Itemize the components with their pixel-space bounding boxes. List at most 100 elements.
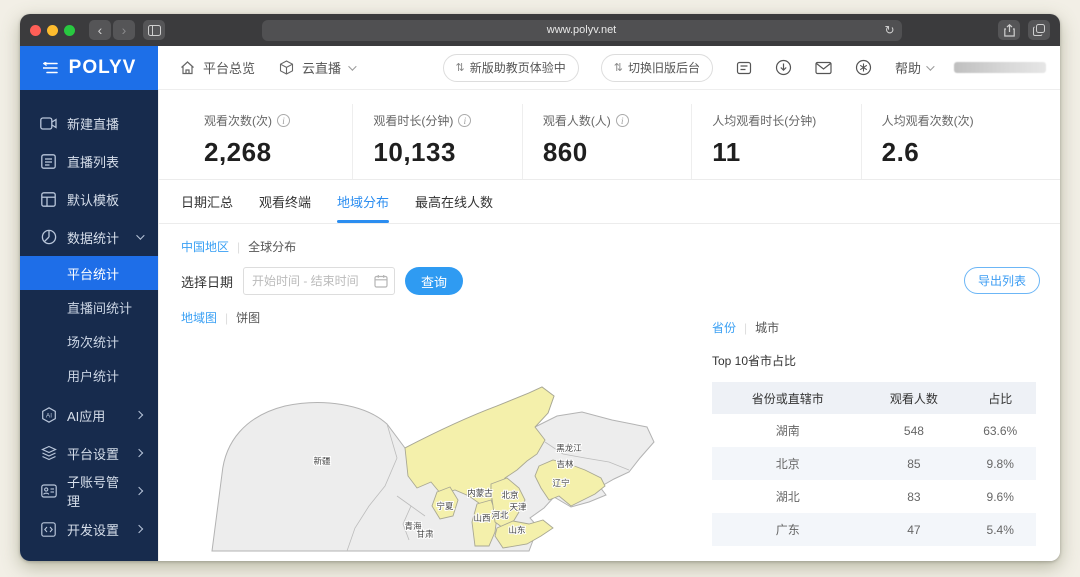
stat-value: 860	[543, 137, 691, 168]
map-label: 天津	[509, 502, 527, 512]
map-label: 吉林	[556, 459, 574, 469]
divider: |	[744, 321, 747, 335]
map-label: 山西	[473, 513, 490, 523]
sidebar-item-label: 直播列表	[67, 152, 158, 171]
table-header-row: 省份或直辖市 观看人数 占比	[712, 382, 1036, 414]
stat-label: 人均观看次数(次)	[882, 112, 974, 129]
chevron-down-icon	[136, 231, 144, 239]
minimize-window-button[interactable]	[47, 25, 58, 36]
toggle-map-view[interactable]: 地域图	[181, 309, 217, 326]
cell-province: 湖北	[712, 480, 863, 513]
table-row: 湖北 83 9.6%	[712, 480, 1036, 513]
tabs-overview-icon[interactable]	[1028, 20, 1050, 40]
sidebar-item-default-template[interactable]: 默认模板	[20, 180, 158, 218]
reload-icon[interactable]: ↻	[884, 23, 894, 37]
credits-icon[interactable]	[855, 59, 873, 77]
tab-max-online[interactable]: 最高在线人数	[415, 180, 493, 223]
tab-bar: 日期汇总 观看终端 地域分布 最高在线人数	[159, 180, 1060, 224]
browser-window: ‹ › www.polyv.net ↻ POLYV	[20, 14, 1060, 561]
stats-row: 观看次数(次)i 2,268 观看时长(分钟)i 10,133 观看人数(人)i…	[159, 90, 1060, 180]
zoom-window-button[interactable]	[64, 25, 75, 36]
chevron-right-icon	[135, 449, 143, 457]
sidebar-subitem-label: 直播间统计	[67, 298, 132, 317]
sidebar-subitem-user-stats[interactable]: 用户统计	[20, 358, 158, 392]
menu-collapse-icon[interactable]	[42, 59, 60, 77]
tab-region-distribution[interactable]: 地域分布	[337, 180, 389, 223]
chevron-right-icon	[135, 525, 143, 533]
calendar-icon[interactable]	[374, 274, 388, 293]
template-icon	[40, 191, 57, 208]
sidebar-subitem-platform-stats[interactable]: 平台统计	[20, 256, 158, 290]
nav-platform-overview[interactable]: 平台总览	[178, 58, 255, 77]
sidebar-item-dev-settings[interactable]: 开发设置	[20, 510, 158, 548]
table-row: 广东 47 5.4%	[712, 513, 1036, 546]
chevron-down-icon	[348, 62, 356, 70]
stat-label: 观看次数(次)	[204, 112, 272, 129]
date-range-input[interactable]	[243, 267, 395, 295]
stat-avg-views: 人均观看次数(次) 2.6	[862, 104, 1030, 179]
sidebar-subitem-room-stats[interactable]: 直播间统计	[20, 290, 158, 324]
province-city-toggle: 省份 | 城市	[712, 319, 1036, 336]
cube-icon	[277, 59, 295, 77]
export-list-button[interactable]: 导出列表	[964, 267, 1040, 294]
tab-date-summary[interactable]: 日期汇总	[181, 180, 233, 223]
divider: |	[237, 240, 240, 254]
url-bar[interactable]: www.polyv.net ↻	[262, 20, 902, 41]
main-content: 观看次数(次)i 2,268 观看时长(分钟)i 10,133 观看人数(人)i…	[158, 90, 1060, 561]
share-icon[interactable]	[998, 20, 1020, 40]
sidebar-item-platform-settings[interactable]: 平台设置	[20, 434, 158, 472]
sidebar-item-data-stats[interactable]: 数据统计	[20, 218, 158, 256]
toggle-city[interactable]: 城市	[755, 319, 779, 336]
forward-button[interactable]: ›	[113, 20, 135, 40]
map-label: 辽宁	[552, 478, 569, 488]
cell-ratio: 9.6%	[964, 480, 1036, 513]
sidebar-item-ai-apps[interactable]: AI AI应用	[20, 396, 158, 434]
sidebar-item-new-live[interactable]: 新建直播	[20, 104, 158, 142]
switch-old-console-button[interactable]: ⇅ 切换旧版后台	[601, 54, 713, 82]
docs-icon[interactable]	[735, 59, 753, 77]
pie-chart-icon	[40, 229, 57, 246]
back-button[interactable]: ‹	[89, 20, 111, 40]
sidebar-subitem-session-stats[interactable]: 场次统计	[20, 324, 158, 358]
ai-icon: AI	[40, 407, 57, 424]
info-icon[interactable]: i	[277, 114, 290, 127]
cell-province: 广东	[712, 513, 863, 546]
swap-icon: ⇅	[614, 61, 623, 74]
mail-icon[interactable]	[815, 59, 833, 77]
info-icon[interactable]: i	[616, 114, 629, 127]
help-menu[interactable]: 帮助	[895, 58, 932, 77]
code-icon	[40, 521, 57, 538]
sidebar-toggle-icon[interactable]	[143, 20, 165, 40]
chevron-right-icon	[135, 487, 143, 495]
china-map[interactable]: 新疆 内蒙古 黑龙江 吉林 辽宁 北京 天津 宁夏 山西 河北 山东 青海	[197, 366, 712, 561]
toggle-pie-view[interactable]: 饼图	[236, 309, 260, 326]
toggle-province[interactable]: 省份	[712, 319, 736, 336]
map-label: 内蒙古	[467, 488, 493, 498]
new-assistant-page-button[interactable]: ⇅ 新版助教页体验中	[443, 54, 579, 82]
view-toggle: 地域图 | 饼图	[181, 309, 712, 326]
close-window-button[interactable]	[30, 25, 41, 36]
table-row: 湖南 548 63.6%	[712, 414, 1036, 447]
browser-chrome: ‹ › www.polyv.net ↻	[20, 14, 1060, 46]
sidebar-item-subaccount[interactable]: 子账号管理	[20, 472, 158, 510]
account-name[interactable]	[954, 62, 1046, 73]
sidebar-item-live-list[interactable]: 直播列表	[20, 142, 158, 180]
toggle-china-region[interactable]: 中国地区	[181, 238, 229, 255]
query-button[interactable]: 查询	[405, 267, 463, 295]
top10-panel: 省份 | 城市 Top 10省市占比 省份或直辖市 观看人数 占比	[712, 295, 1060, 561]
cell-ratio: 63.6%	[964, 414, 1036, 447]
url-text: www.polyv.net	[547, 24, 617, 36]
app-header: POLYV 平台总览 云直播 ⇅ 新版助教页体验中 ⇅	[20, 46, 1060, 90]
layers-icon	[40, 445, 57, 462]
nav-product-switcher[interactable]: 云直播	[277, 58, 354, 77]
id-card-icon	[40, 483, 57, 500]
stat-value: 2,268	[204, 137, 352, 168]
table-row: 北京 85 9.8%	[712, 447, 1036, 480]
download-icon[interactable]	[775, 59, 793, 77]
toggle-global[interactable]: 全球分布	[248, 238, 296, 255]
logo[interactable]: POLYV	[20, 46, 158, 90]
divider: |	[225, 311, 228, 325]
new-assistant-page-label: 新版助教页体验中	[470, 59, 566, 76]
info-icon[interactable]: i	[458, 114, 471, 127]
tab-view-terminal[interactable]: 观看终端	[259, 180, 311, 223]
